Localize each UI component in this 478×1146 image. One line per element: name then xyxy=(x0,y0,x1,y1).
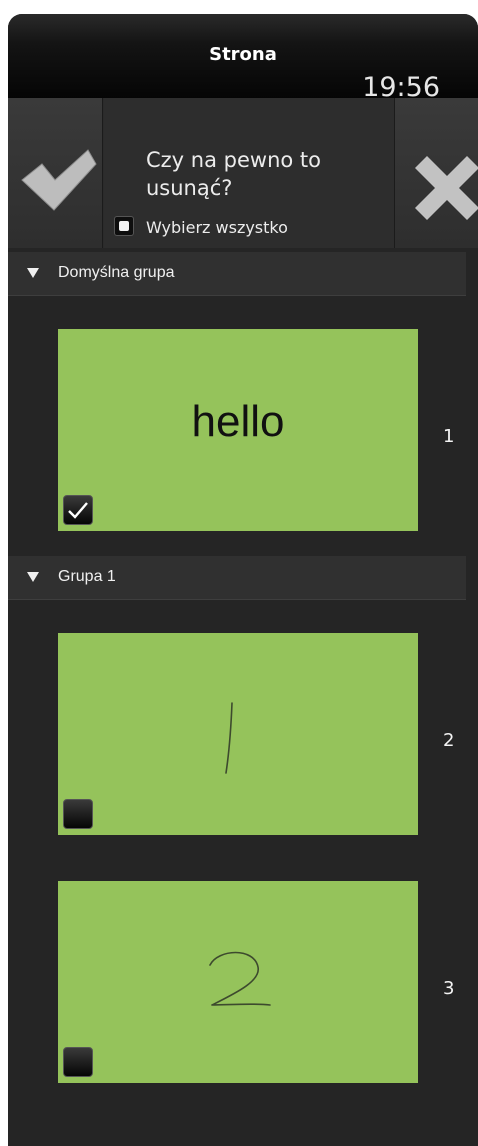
page-title: Strona xyxy=(209,44,277,65)
close-icon xyxy=(415,156,478,220)
page-number: 1 xyxy=(443,426,455,447)
page-thumbnail-1[interactable]: hello xyxy=(58,329,418,531)
cancel-button[interactable] xyxy=(394,98,478,248)
handwriting-one xyxy=(225,702,233,774)
page-1-checkbox[interactable] xyxy=(63,495,93,525)
title-bar: Strona 19:56 xyxy=(8,14,478,103)
group-label: Grupa 1 xyxy=(58,568,116,585)
confirm-message-area: Czy na pewno to usunąć? Wybierz wszystko xyxy=(104,98,394,248)
app-window: Strona 19:56 Czy na pewno to usunąć? Wyb… xyxy=(8,14,478,1146)
confirm-message: Czy na pewno to usunąć? xyxy=(146,148,321,200)
group-header-default[interactable]: Domyślna grupa xyxy=(8,252,466,296)
group-label: Domyślna grupa xyxy=(58,264,175,281)
triangle-down-icon xyxy=(27,572,39,582)
page-thumbnail-2[interactable] xyxy=(58,633,418,835)
checkmark-icon xyxy=(21,149,97,211)
page-content-text: hello xyxy=(191,397,285,446)
handwriting-two xyxy=(209,951,271,1006)
checkmark-icon xyxy=(68,502,88,519)
confirm-button[interactable] xyxy=(8,98,103,248)
page-number: 2 xyxy=(443,730,455,751)
page-3-checkbox[interactable] xyxy=(63,1047,93,1077)
page-number: 3 xyxy=(443,978,455,999)
delete-confirm-bar: Czy na pewno to usunąć? Wybierz wszystko xyxy=(8,98,478,248)
group-header-1[interactable]: Grupa 1 xyxy=(8,556,466,600)
select-all-label[interactable]: Wybierz wszystko xyxy=(146,218,288,237)
page-thumbnail-3[interactable] xyxy=(58,881,418,1083)
page-2-checkbox[interactable] xyxy=(63,799,93,829)
select-all-checkbox[interactable] xyxy=(114,216,134,236)
triangle-down-icon xyxy=(27,268,39,278)
